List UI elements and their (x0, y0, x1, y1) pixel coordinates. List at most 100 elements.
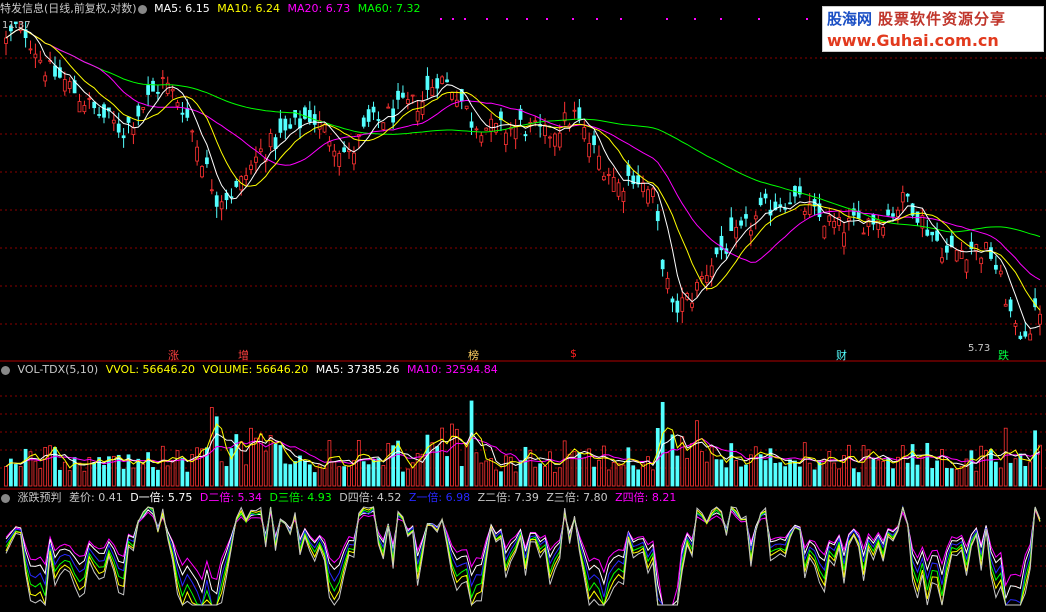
volume-bar (425, 434, 430, 487)
price-candle (925, 229, 930, 236)
volume-bar (974, 470, 979, 487)
event-marker-dollar[interactable]: $ (570, 347, 577, 360)
volume-bar (170, 459, 175, 487)
indicator-panel-title[interactable]: 涨跌预判 (18, 491, 62, 504)
price-candle (1013, 323, 1018, 327)
volume-bar (773, 462, 778, 487)
volume-bar (533, 466, 538, 487)
ma10-value: MA10: 6.24 (217, 2, 281, 15)
volume-bar (949, 468, 954, 487)
volume-bar (484, 460, 489, 487)
price-candle (744, 214, 748, 219)
volume-bar (303, 460, 307, 487)
volume-panel-title[interactable]: VOL-TDX(5,10) (18, 363, 99, 376)
price-candle (989, 247, 993, 259)
event-marker-cai[interactable]: 财 (836, 347, 847, 363)
price-candle (646, 189, 650, 204)
price-candle (361, 117, 366, 127)
volume-bar (851, 468, 856, 487)
volume-bar (499, 471, 503, 487)
volume-bar (450, 423, 454, 487)
settings-icon[interactable] (1, 365, 10, 375)
event-marker-zeng[interactable]: 增 (238, 347, 249, 363)
price-candle (827, 215, 832, 222)
volume-bar (361, 461, 366, 487)
settings-icon[interactable] (1, 493, 10, 503)
price-candle (606, 174, 611, 176)
watermark-url: www.Guhai.com.cn (827, 31, 999, 50)
price-candle (450, 92, 454, 100)
volume-bar (396, 440, 400, 487)
stock-chart[interactable] (0, 0, 1046, 612)
price-candle (28, 48, 33, 51)
event-dot (452, 18, 454, 20)
price-candle (415, 110, 420, 122)
price-candle (998, 270, 1003, 275)
volume-bar (156, 469, 160, 487)
price-candle (552, 133, 557, 147)
watermark-logo: 股海网 股票软件资源分享 www.Guhai.com.cn (822, 6, 1044, 52)
price-candle (503, 132, 508, 145)
price-candle (1038, 313, 1042, 325)
price-candle (802, 210, 807, 215)
volume-bar (734, 460, 739, 487)
price-panel-title[interactable]: 特发信息(日线,前复权,对数) (0, 2, 137, 15)
price-candle (200, 166, 204, 178)
price-candle (739, 220, 743, 226)
event-marker-die[interactable]: 跌 (998, 347, 1009, 363)
price-candle (641, 182, 645, 193)
price-candle (77, 101, 82, 113)
volume-bar (606, 469, 611, 487)
event-dot (758, 18, 760, 20)
volume-bar (195, 447, 199, 487)
volume-bar (263, 450, 268, 487)
volume-bar (758, 454, 763, 487)
volume-bar (871, 459, 876, 487)
price-candle (861, 232, 866, 235)
volume-bar (1013, 458, 1018, 487)
price-candle (945, 245, 949, 253)
volume-bar (518, 460, 523, 487)
volume-bar (925, 442, 930, 487)
price-candle (690, 302, 694, 308)
volume-bar (244, 464, 248, 487)
volume-bar (724, 467, 729, 487)
volume-bar (641, 463, 645, 487)
event-dot (666, 18, 668, 20)
volume-bar (704, 461, 709, 487)
volume-bar (881, 460, 886, 487)
volume-bar (180, 458, 185, 487)
volume-bar (43, 447, 48, 487)
volume-bar (636, 469, 641, 487)
volume-bar (832, 462, 837, 487)
event-marker-bang[interactable]: 榜 (468, 347, 479, 363)
price-candle (352, 152, 356, 165)
volume-bar (1003, 427, 1008, 487)
volume-bar (1028, 461, 1033, 487)
price-candle (175, 102, 180, 107)
volume-bar (616, 463, 621, 487)
ma20-line (5, 28, 1041, 281)
settings-icon[interactable] (137, 4, 147, 14)
volume-bar (307, 464, 312, 487)
price-candle (597, 155, 601, 170)
volume-bar (798, 466, 802, 487)
price-candle (445, 79, 449, 83)
volume-bar (562, 440, 567, 487)
volume-bar (577, 452, 582, 487)
price-candle (4, 37, 8, 44)
volume-bar (631, 465, 636, 487)
volume-bar (626, 447, 631, 487)
price-candle (749, 230, 753, 236)
volume-bar (249, 427, 253, 487)
high-price-value: 11.37 (2, 20, 31, 31)
event-marker-zhang[interactable]: 涨 (168, 347, 179, 363)
volume-bar (401, 471, 405, 487)
price-candle (209, 189, 214, 192)
volume-bar (1023, 466, 1028, 487)
price-candle (141, 107, 146, 110)
volume-bar (744, 464, 748, 487)
price-candle (650, 188, 655, 197)
price-candle (111, 119, 116, 124)
price-candle (283, 118, 288, 131)
